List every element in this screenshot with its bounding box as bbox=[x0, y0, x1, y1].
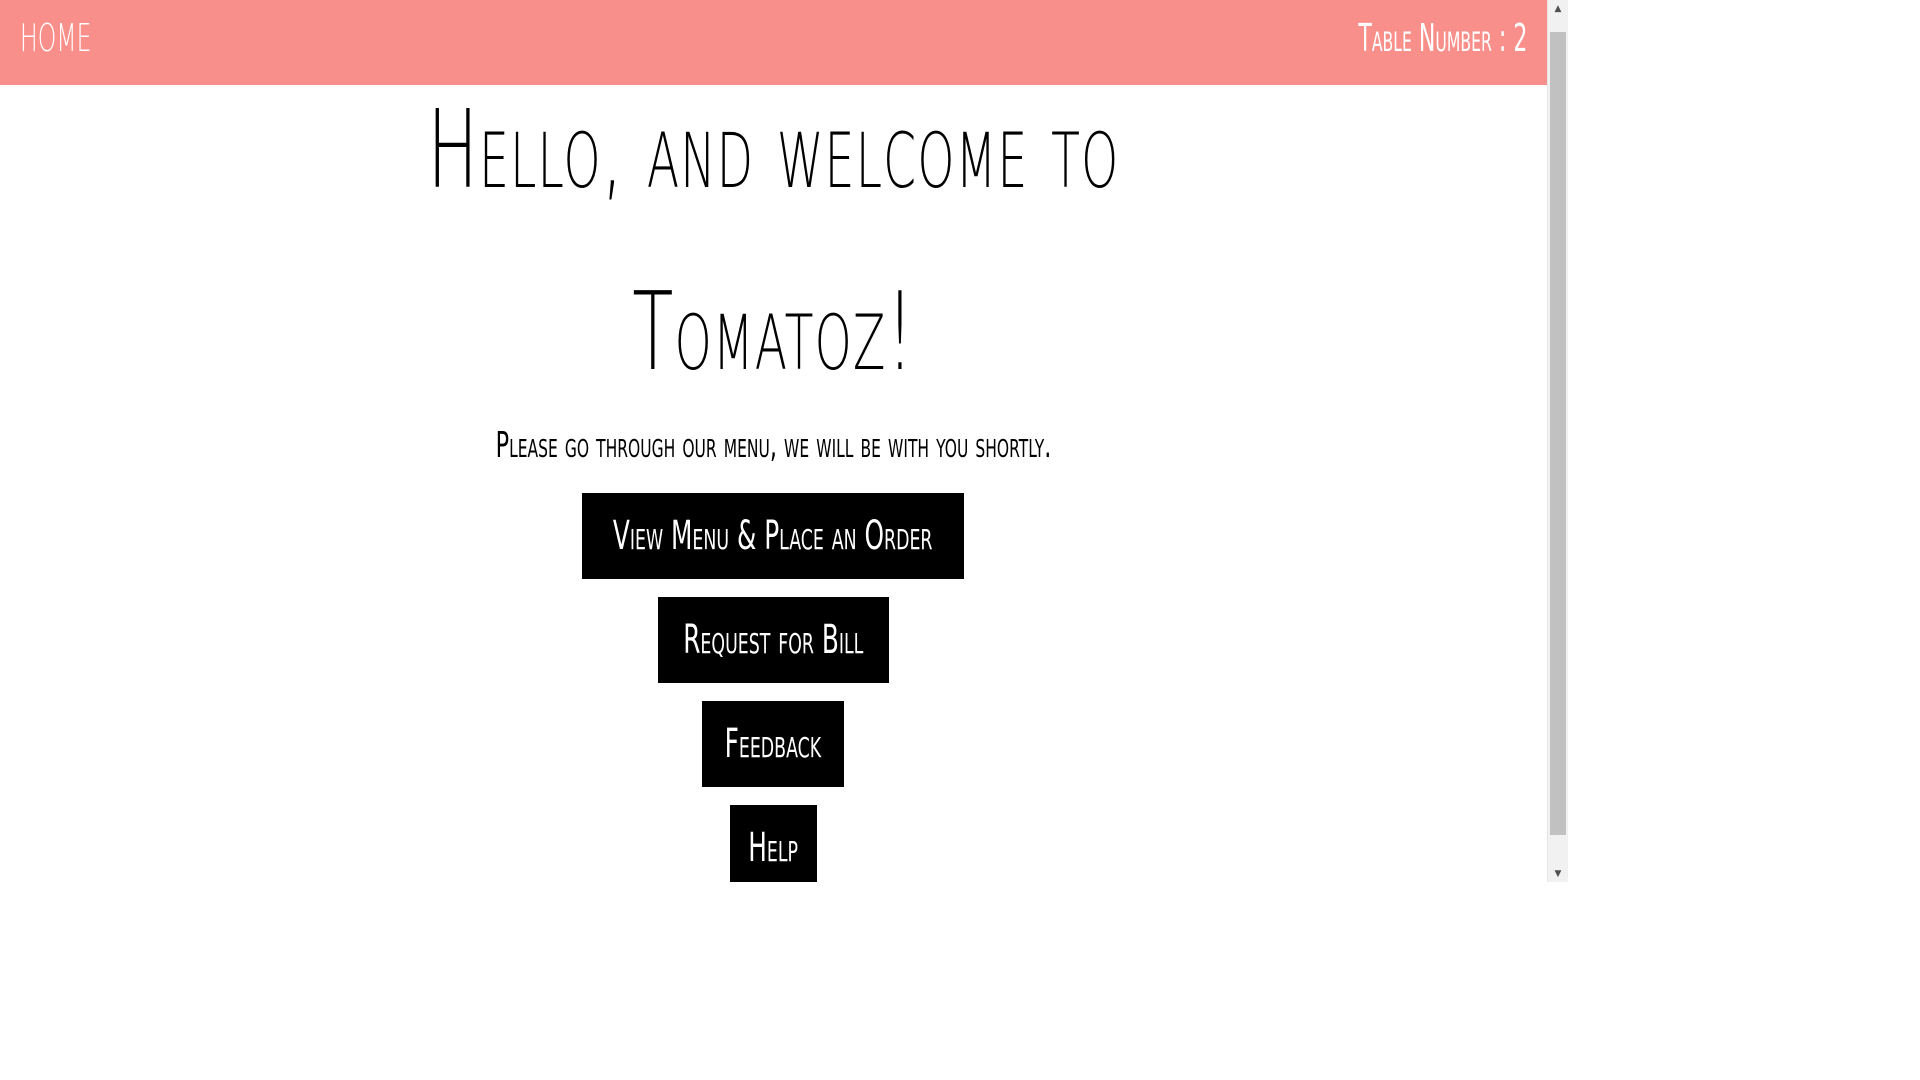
welcome-subtitle: Please go through our menu, we will be w… bbox=[495, 425, 1052, 466]
feedback-button-label: Feedback bbox=[724, 721, 822, 767]
scrollbar-thumb[interactable] bbox=[1550, 32, 1566, 835]
page-viewport: HOME Table Number : 2 Hello, and welcome… bbox=[0, 0, 1547, 882]
request-bill-button[interactable]: Request for Bill bbox=[658, 597, 889, 683]
top-navbar: HOME Table Number : 2 bbox=[0, 0, 1547, 85]
welcome-title-line2: Tomatoz! bbox=[632, 270, 915, 395]
view-menu-button[interactable]: View Menu & Place an Order bbox=[582, 493, 964, 579]
help-button-label: Help bbox=[748, 825, 799, 871]
vertical-scrollbar[interactable]: ▲ ▼ bbox=[1547, 0, 1568, 882]
view-menu-button-label: View Menu & Place an Order bbox=[613, 513, 933, 559]
scroll-down-arrow-icon[interactable]: ▼ bbox=[1548, 865, 1568, 882]
help-button[interactable]: Help bbox=[730, 805, 817, 882]
request-bill-button-label: Request for Bill bbox=[683, 617, 864, 663]
home-link[interactable]: HOME bbox=[20, 16, 91, 60]
welcome-title-line1: Hello, and welcome to bbox=[427, 88, 1120, 213]
table-number-label: Table Number : 2 bbox=[1358, 16, 1527, 60]
welcome-heading: Hello, and welcome to Tomatoz! bbox=[0, 60, 1547, 424]
feedback-button[interactable]: Feedback bbox=[702, 701, 844, 787]
scroll-up-arrow-icon[interactable]: ▲ bbox=[1548, 0, 1568, 17]
